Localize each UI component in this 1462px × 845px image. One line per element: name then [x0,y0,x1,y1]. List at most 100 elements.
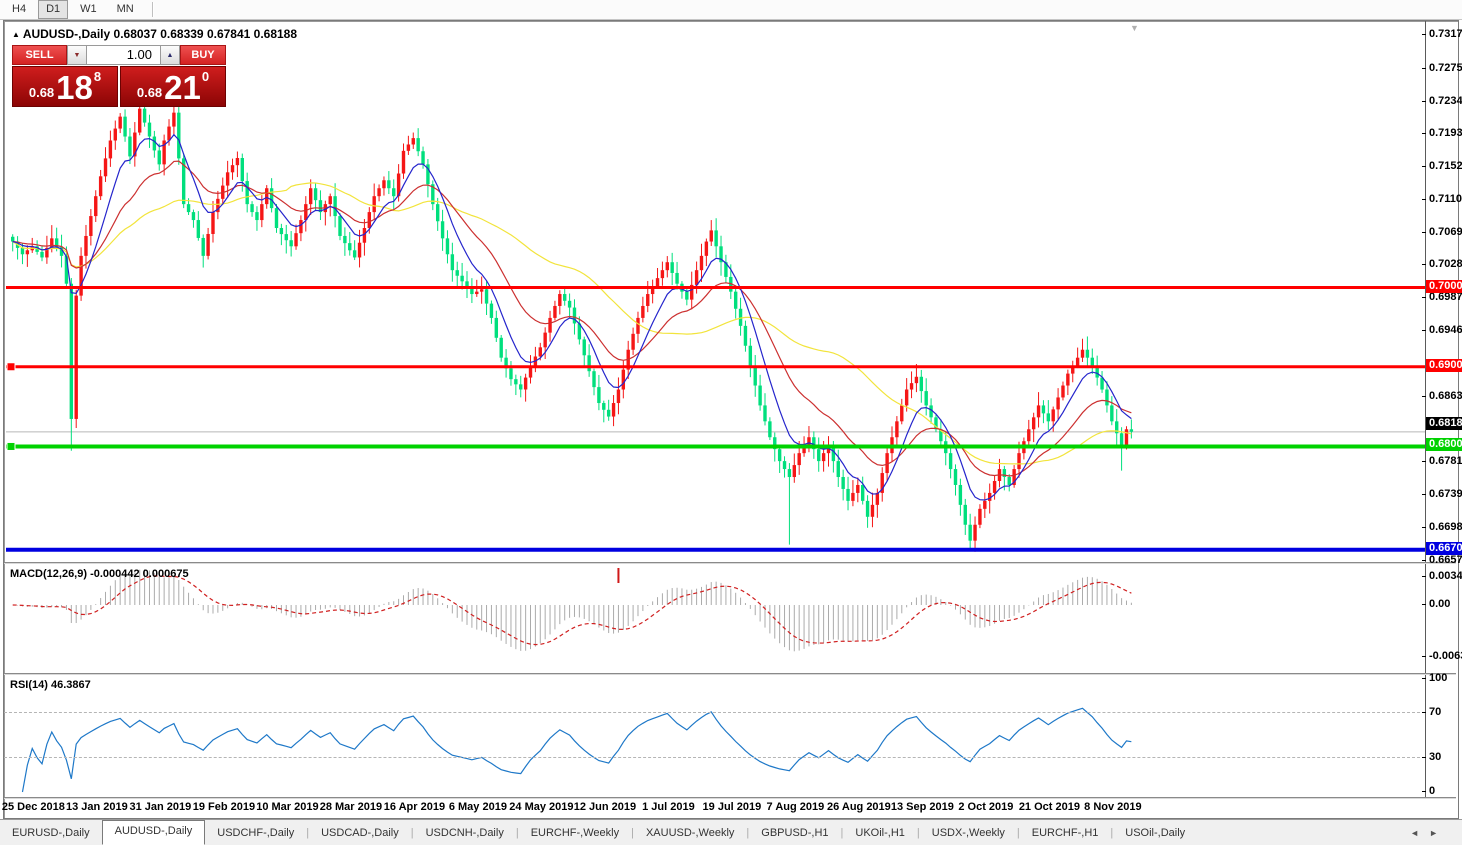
axis-tick [1422,199,1426,201]
chart-window: ▲ AUDUSD-,Daily 0.68037 0.68339 0.67841 … [2,20,1462,819]
candle-body [475,291,479,295]
buy-price-prefix: 0.68 [136,85,163,100]
chart-shift-marker-icon[interactable]: ▼ [1130,23,1139,33]
candle-body [450,254,455,271]
price-pane-canvas[interactable] [6,22,1425,794]
price-axis-label: 0.72750 [1429,61,1462,74]
tab-scroll-arrows[interactable]: ◄► [1410,828,1448,838]
candle-body [377,188,381,197]
chart-tab-ukoil-h1[interactable]: UKOil-,H1 [843,822,917,844]
axis-tick [1422,559,1426,561]
sell-button[interactable]: SELL [12,45,67,65]
candle-body [763,405,767,422]
candle-body [304,204,308,221]
candle-body [20,247,25,255]
candle-body [587,355,591,372]
timeframe-button-w1[interactable]: W1 [72,0,105,19]
moving-average-line [12,182,1132,465]
candle-body [548,317,552,333]
bid-price-badge: 0.68188 [1426,416,1462,430]
date-axis-label: 31 Jan 2019 [129,801,192,813]
axis-tick [1422,494,1426,496]
candle-body [118,116,122,129]
candle-body [308,188,313,205]
chart-tab-xauusd-weekly[interactable]: XAUUSD-,Weekly [634,822,746,844]
candle-body [821,453,826,462]
rsi-indicator-label: RSI(14) 46.3867 [10,679,91,691]
candle-body [455,270,459,276]
candle-body [1017,453,1021,470]
timeframe-button-d1[interactable]: D1 [38,0,69,19]
date-axis-label: 7 Aug 2019 [766,801,825,813]
line-drag-handle[interactable] [6,362,16,372]
chart-tab-eurchf-h1[interactable]: EURCHF-,H1 [1020,822,1111,844]
candle-body [1075,357,1080,366]
date-axis-label: 24 May 2019 [509,801,574,813]
candle-body [1046,413,1051,422]
chart-tab-usoil-daily[interactable]: USOil-,Daily [1113,822,1197,844]
candle-body [494,317,499,338]
pane-separator-xaxis [4,797,1456,799]
price-axis-label: 0.73170 [1429,28,1462,41]
chart-tab-eurusd-daily[interactable]: EURUSD-,Daily [0,822,102,844]
axis-tick [1422,604,1426,605]
timeframe-button-mn[interactable]: MN [109,0,142,19]
volume-increase-button[interactable]: ▲ [160,45,180,65]
chart-pane-clip [6,22,1425,817]
candle-body [1080,349,1085,358]
candle-body [284,234,288,241]
chart-tab-eurchf-weekly[interactable]: EURCHF-,Weekly [519,822,631,844]
candle-body [924,391,928,406]
date-axis-label: 21 Oct 2019 [1018,801,1080,813]
buy-button[interactable]: BUY [180,45,226,65]
chart-tab-usdcad-daily[interactable]: USDCAD-,Daily [309,822,411,844]
rsi-line [21,707,1132,793]
candle-body [992,480,997,493]
sell-quote-button[interactable]: 0.68 18 8 [12,66,118,107]
candle-body [895,421,899,438]
spin-up-icon: ▲ [166,51,174,59]
chart-tab-usdchf-daily[interactable]: USDCHF-,Daily [205,822,306,844]
candle-body [807,437,811,446]
buy-quote-button[interactable]: 0.68 21 0 [120,66,226,107]
rsi-axis-label: 100 [1429,672,1448,684]
timeframe-button-h4[interactable]: H4 [4,0,34,19]
axis-tick [1422,526,1426,528]
candle-body [978,508,982,525]
line-drag-handle[interactable] [6,441,16,451]
candle-body [196,220,201,238]
volume-decrease-button[interactable]: ▼ [67,45,87,65]
chart-tab-gbpusd-h1[interactable]: GBPUSD-,H1 [749,822,840,844]
collapse-trade-panel-icon[interactable]: ▲ [12,30,20,39]
pane-separator-macd[interactable] [4,562,1456,564]
candle-body [172,112,176,127]
axis-tick [1422,297,1426,299]
candle-body [611,403,616,417]
axis-tick [1422,34,1426,36]
candle-body [904,389,909,406]
price-line-badge: 0.66705 [1426,541,1462,555]
candle-body [245,181,249,205]
candle-body [392,188,396,197]
pane-separator-rsi[interactable] [4,673,1456,675]
candle-body [514,379,518,385]
date-axis-label: 10 Mar 2019 [256,801,319,813]
candle-body [553,305,557,318]
candle-body [1119,433,1124,446]
candle-body [265,188,269,205]
axis-tick [1422,67,1426,69]
chart-tab-usdx-weekly[interactable]: USDX-,Weekly [920,822,1017,844]
candle-body [167,126,171,141]
candle-body [289,240,293,247]
chart-title: ▲ AUDUSD-,Daily 0.68037 0.68339 0.67841 … [12,27,297,41]
candle-body [435,204,440,222]
candle-body [948,453,953,470]
chart-tab-usdcnh-daily[interactable]: USDCNH-,Daily [414,822,516,844]
chart-tab-audusd-daily[interactable]: AUDUSD-,Daily [101,820,206,845]
candle-body [382,180,386,189]
candle-body [25,250,30,255]
candle-body [782,461,787,470]
candle-body [675,272,679,284]
candle-body [685,291,689,300]
volume-input[interactable]: 1.00 [87,45,160,65]
